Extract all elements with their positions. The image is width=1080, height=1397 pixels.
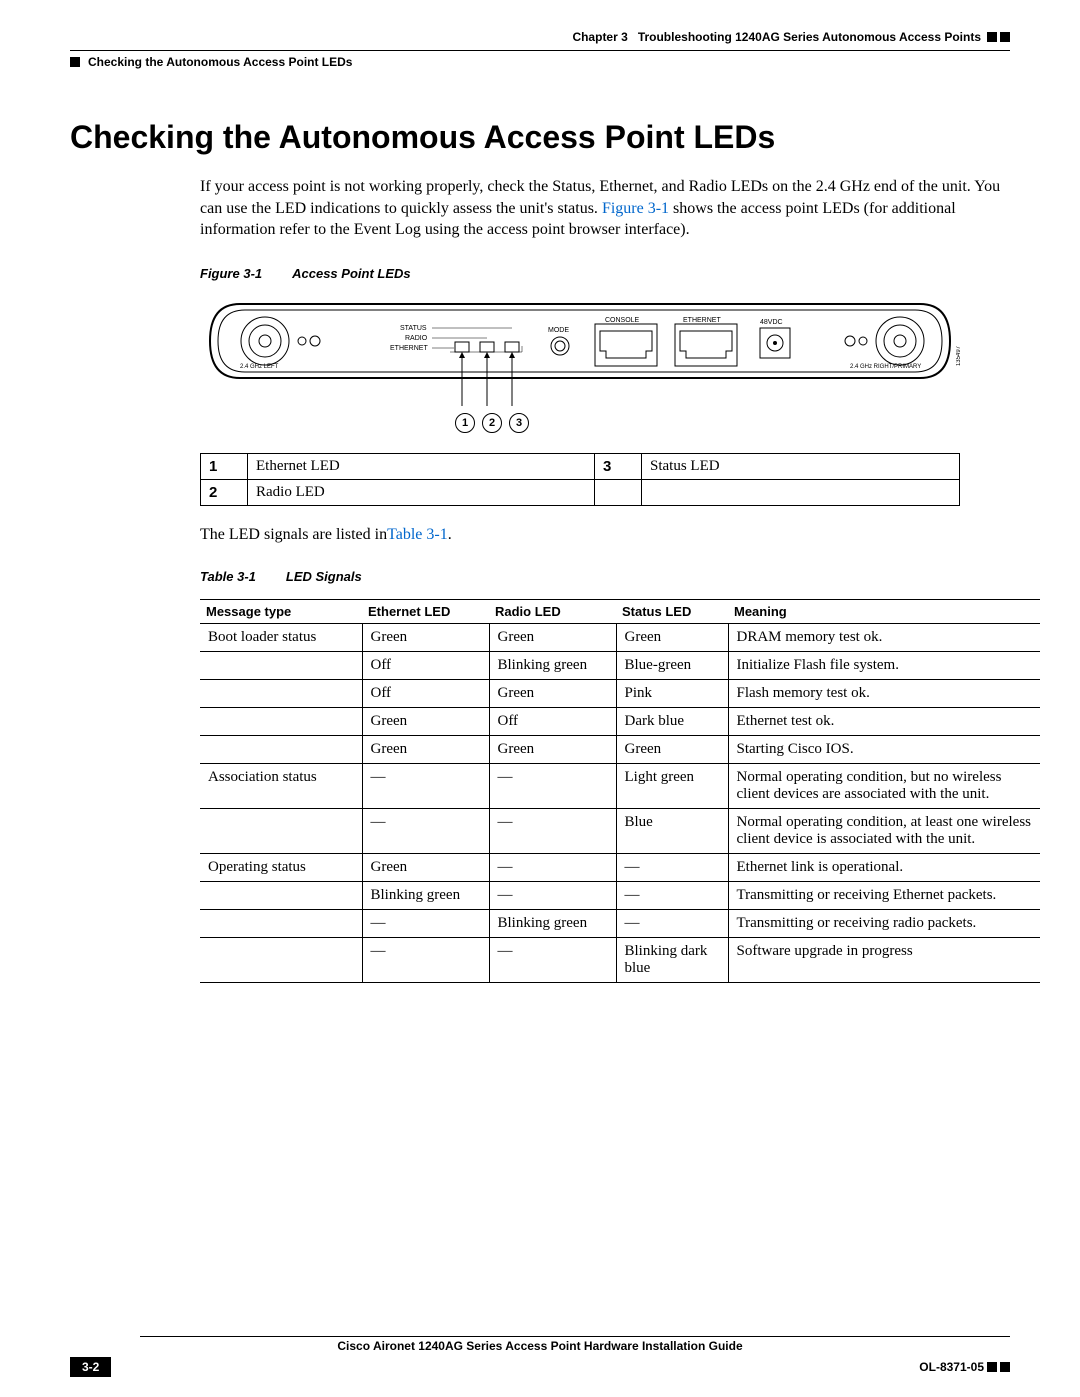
table-cell: — xyxy=(489,881,616,909)
table-cell: Normal operating condition, at least one… xyxy=(728,808,1040,853)
table-cell xyxy=(200,808,362,853)
table-cell: DRAM memory test ok. xyxy=(728,623,1040,651)
table-cell: — xyxy=(362,808,489,853)
figure-ref-link[interactable]: Figure 3-1 xyxy=(602,200,669,217)
table-cell: Blinking green xyxy=(489,909,616,937)
table-cell: Dark blue xyxy=(616,707,728,735)
table-cell xyxy=(200,881,362,909)
table-cell: Blue-green xyxy=(616,651,728,679)
table-cell: Green xyxy=(362,707,489,735)
table-cell xyxy=(200,937,362,982)
table-cell: Software upgrade in progress xyxy=(728,937,1040,982)
page-title: Checking the Autonomous Access Point LED… xyxy=(70,119,1010,156)
chapter-title: Troubleshooting 1240AG Series Autonomous… xyxy=(638,30,981,44)
table-cell: — xyxy=(362,763,489,808)
svg-text:2.4 GHz RIGHT/PRIMARY: 2.4 GHz RIGHT/PRIMARY xyxy=(850,364,921,370)
callout-2: 2 xyxy=(482,413,502,433)
legend-table: 1Ethernet LED 3Status LED 2Radio LED xyxy=(200,453,960,506)
svg-text:CONSOLE: CONSOLE xyxy=(605,317,640,324)
svg-text:STATUS: STATUS xyxy=(400,325,427,332)
table-cell: Ethernet test ok. xyxy=(728,707,1040,735)
table-cell: Transmitting or receiving Ethernet packe… xyxy=(728,881,1040,909)
table-cell: Light green xyxy=(616,763,728,808)
table-cell: Ethernet link is operational. xyxy=(728,853,1040,881)
figure-caption: Figure 3-1Access Point LEDs xyxy=(200,266,1010,281)
section-label: Checking the Autonomous Access Point LED… xyxy=(88,55,352,69)
table-cell: — xyxy=(362,909,489,937)
page-footer: Cisco Aironet 1240AG Series Access Point… xyxy=(70,1336,1010,1377)
table-cell: — xyxy=(489,808,616,853)
svg-text:48VDC: 48VDC xyxy=(760,319,783,326)
table-cell: Off xyxy=(489,707,616,735)
table-cell: Operating status xyxy=(200,853,362,881)
table-cell: — xyxy=(489,853,616,881)
callout-1: 1 xyxy=(455,413,475,433)
table-cell: Green xyxy=(362,735,489,763)
table-cell: Boot loader status xyxy=(200,623,362,651)
header-left: Checking the Autonomous Access Point LED… xyxy=(70,55,1010,69)
table-cell: Starting Cisco IOS. xyxy=(728,735,1040,763)
device-diagram: 135497 2.4 GHz LEFT 2.4 GHz RIGHT/PRIMAR… xyxy=(200,296,960,433)
svg-text:ETHERNET: ETHERNET xyxy=(683,317,721,324)
table-cell: — xyxy=(616,909,728,937)
table-cell: Blinking dark blue xyxy=(616,937,728,982)
table-cell: Normal operating condition, but no wirel… xyxy=(728,763,1040,808)
table-cell: Blue xyxy=(616,808,728,853)
header-right: Chapter 3 Troubleshooting 1240AG Series … xyxy=(70,30,1010,44)
table-cell: Flash memory test ok. xyxy=(728,679,1040,707)
page-number: 3-2 xyxy=(70,1357,111,1377)
table-cell: Blinking green xyxy=(489,651,616,679)
table-cell: — xyxy=(616,881,728,909)
table-cell: Green xyxy=(362,853,489,881)
table-cell: Green xyxy=(489,735,616,763)
table-caption: Table 3-1LED Signals xyxy=(200,569,1010,584)
table-cell: — xyxy=(489,763,616,808)
table-cell: Pink xyxy=(616,679,728,707)
table-cell: Off xyxy=(362,679,489,707)
table-cell: Association status xyxy=(200,763,362,808)
table-cell xyxy=(200,651,362,679)
table-cell: Green xyxy=(616,735,728,763)
callout-3: 3 xyxy=(509,413,529,433)
chapter-label: Chapter 3 xyxy=(572,30,627,44)
footer-book-title: Cisco Aironet 1240AG Series Access Point… xyxy=(70,1339,1010,1353)
table-cell: — xyxy=(362,937,489,982)
doc-id: OL-8371-05 xyxy=(919,1360,984,1374)
led-signals-table: Message type Ethernet LED Radio LED Stat… xyxy=(200,599,1040,983)
table-cell: Green xyxy=(489,679,616,707)
table-ref-link[interactable]: Table 3-1 xyxy=(387,526,448,543)
table-cell xyxy=(200,679,362,707)
intro-paragraph: If your access point is not working prop… xyxy=(200,176,1010,241)
table-cell: Blinking green xyxy=(362,881,489,909)
svg-text:2.4 GHz LEFT: 2.4 GHz LEFT xyxy=(240,364,279,370)
table-cell xyxy=(200,707,362,735)
table-cell: Initialize Flash file system. xyxy=(728,651,1040,679)
table-cell: — xyxy=(616,853,728,881)
table-cell: Off xyxy=(362,651,489,679)
svg-text:ETHERNET: ETHERNET xyxy=(390,345,428,352)
table-cell: Green xyxy=(489,623,616,651)
table-cell: Green xyxy=(362,623,489,651)
table-cell: — xyxy=(489,937,616,982)
diagram-id: 135497 xyxy=(956,346,962,366)
svg-text:MODE: MODE xyxy=(548,327,569,334)
svg-text:RADIO: RADIO xyxy=(405,335,428,342)
table-cell xyxy=(200,909,362,937)
table-cell: Green xyxy=(616,623,728,651)
table-intro: The LED signals are listed inTable 3-1. xyxy=(200,526,1010,544)
table-cell: Transmitting or receiving radio packets. xyxy=(728,909,1040,937)
table-cell xyxy=(200,735,362,763)
